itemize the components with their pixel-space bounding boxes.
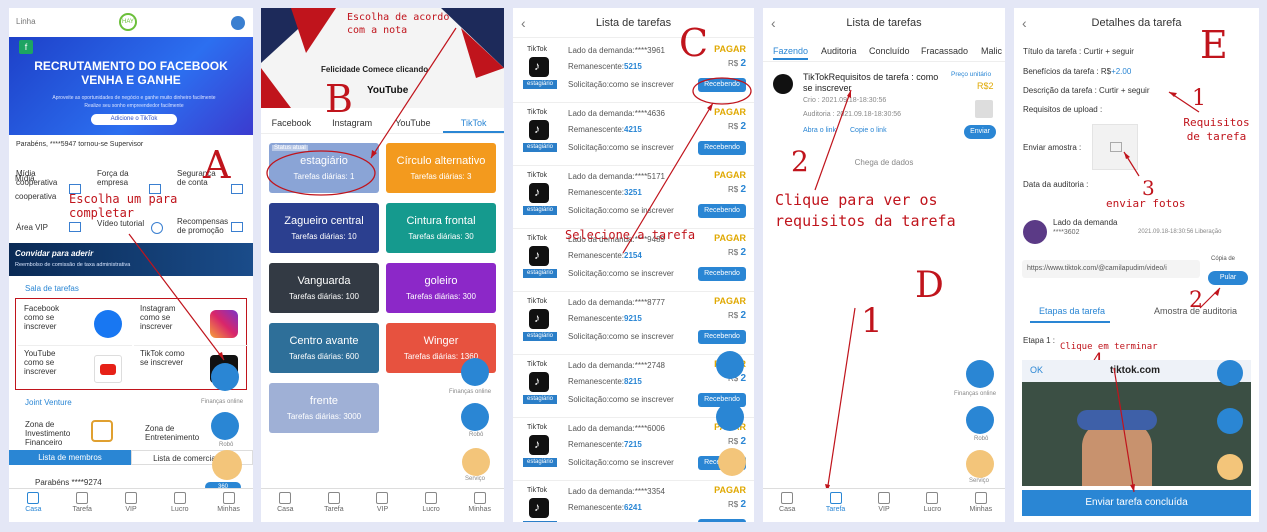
service-avatar[interactable]	[966, 450, 994, 478]
user-icon	[974, 492, 987, 504]
nav-mine[interactable]: Minhas	[957, 489, 1005, 522]
nav-vip[interactable]: VIP	[860, 489, 908, 522]
service-avatar[interactable]	[718, 448, 746, 476]
money-icon	[926, 492, 939, 504]
piggy-bank-icon[interactable]	[716, 351, 744, 379]
annotation-arrow-a	[128, 233, 225, 361]
panel-a-home: Linha HAY f RECRUTAMENTO DO FACEBOOK VEN…	[9, 8, 253, 522]
robot-icon[interactable]	[716, 403, 744, 431]
annotation-arrows-b	[266, 27, 457, 196]
panel-b-levels: Felicidade Comece clicando YouTube Escol…	[261, 8, 504, 522]
annotation-arrows-e	[1113, 91, 1221, 493]
service-label: Serviço	[969, 478, 990, 484]
piggy-bank-icon[interactable]	[966, 360, 994, 388]
panel-c-task-list: ‹Lista de tarefas TikTokestagiárioLado d…	[513, 8, 754, 522]
annotation-arrows-c	[622, 77, 752, 254]
robot-icon[interactable]	[966, 406, 994, 434]
home-icon	[781, 492, 794, 504]
robot-label: Robô	[974, 436, 989, 442]
finance-label: Finanças online	[954, 391, 997, 397]
bottom-nav: Casa Tarefa VIP Lucro Minhas	[763, 488, 1005, 522]
task-icon	[829, 492, 842, 504]
nav-home[interactable]: Casa	[763, 489, 811, 522]
panel-e-task-detail: ‹ Detalhes da tarefa E Título da tarefa :…	[1014, 8, 1259, 522]
annotation-arrows-d	[814, 89, 856, 493]
nav-task[interactable]: Tarefa	[811, 489, 859, 522]
diamond-icon	[878, 492, 891, 504]
panel-d-my-tasks: ‹ Lista de tarefas Fazendo Auditoria Conc…	[763, 8, 1005, 522]
nav-profit[interactable]: Lucro	[908, 489, 956, 522]
